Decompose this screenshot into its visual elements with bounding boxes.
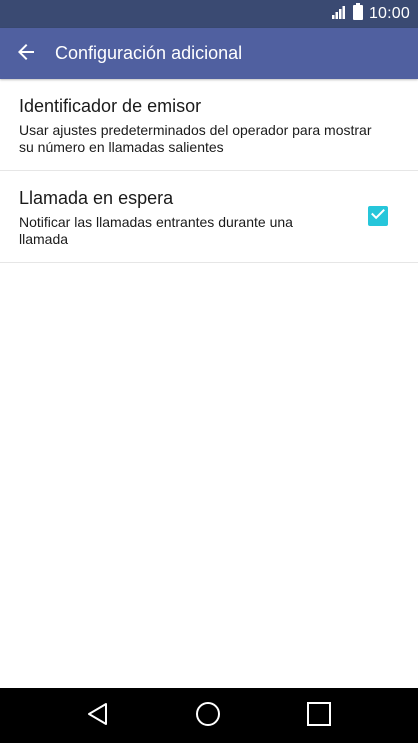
phone-screen: 10:00 Configuración adicional Identifica… xyxy=(0,0,418,743)
status-bar: 10:00 xyxy=(0,0,418,28)
signal-icon xyxy=(331,4,347,25)
battery-icon xyxy=(352,3,363,25)
setting-caller-id[interactable]: Identificador de emisor Usar ajustes pre… xyxy=(0,79,418,171)
navigation-bar xyxy=(0,688,418,743)
setting-summary: Usar ajustes predeterminados del operado… xyxy=(19,122,372,155)
home-circle-icon xyxy=(195,701,221,732)
recents-square-icon xyxy=(306,701,332,732)
app-bar: Configuración adicional xyxy=(0,28,418,79)
checkmark-icon xyxy=(370,206,386,227)
setting-title: Llamada en espera xyxy=(19,188,174,208)
nav-home-button[interactable] xyxy=(190,698,226,734)
setting-summary: Notificar las llamadas entrantes durante… xyxy=(19,214,293,247)
nav-recents-button[interactable] xyxy=(301,698,337,734)
page-title: Configuración adicional xyxy=(55,43,243,63)
setting-title: Identificador de emisor xyxy=(19,96,202,116)
setting-call-waiting[interactable]: Llamada en espera Notificar las llamadas… xyxy=(0,171,418,263)
arrow-left-icon xyxy=(14,40,38,69)
settings-list: Identificador de emisor Usar ajustes pre… xyxy=(0,79,418,263)
back-triangle-icon xyxy=(85,701,111,732)
nav-back-button[interactable] xyxy=(80,698,116,734)
call-waiting-checkbox[interactable] xyxy=(368,206,388,226)
status-icons: 10:00 xyxy=(331,0,410,28)
status-time: 10:00 xyxy=(368,5,410,22)
back-button[interactable] xyxy=(8,36,44,72)
